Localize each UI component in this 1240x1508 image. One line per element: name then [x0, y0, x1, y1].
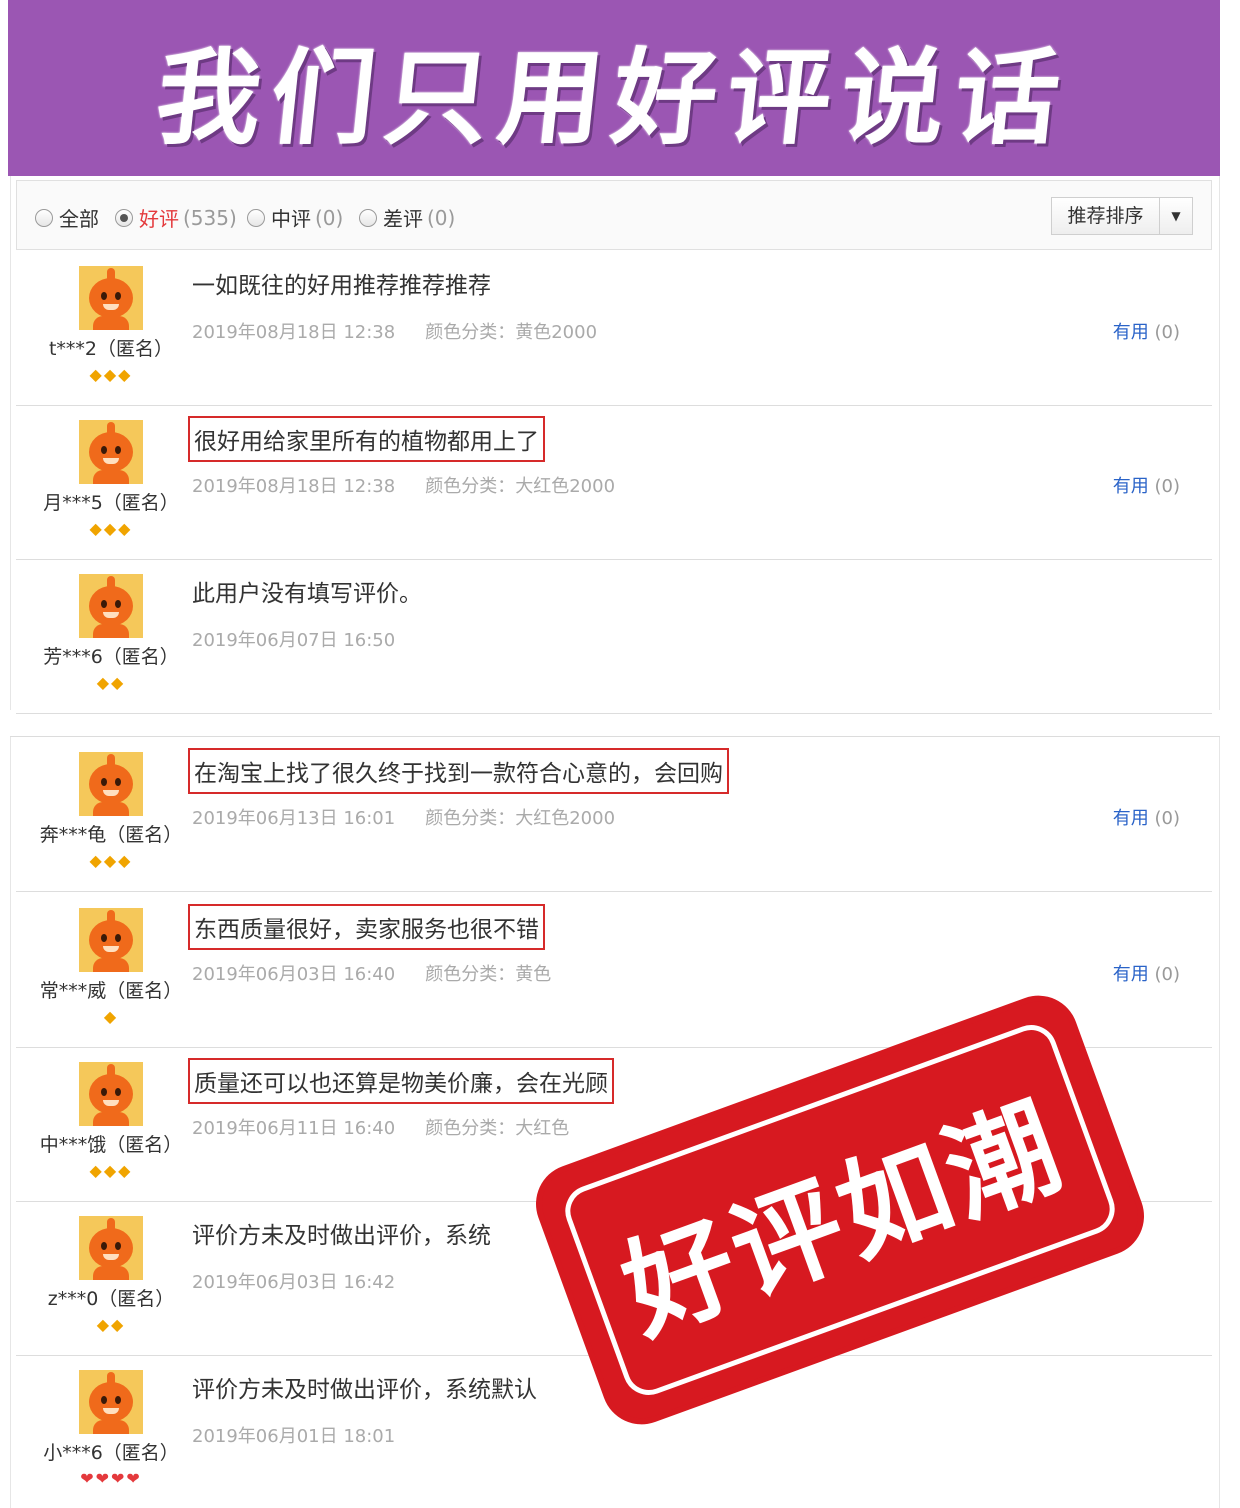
review-meta: 2019年06月13日 16:01 颜色分类：大红色2000: [192, 804, 615, 830]
review-date: 2019年06月11日 16:40: [192, 1118, 396, 1139]
reviewer: 奔***龟（匿名） ◆◆◆: [36, 752, 186, 870]
review-meta: 2019年06月07日 16:50: [192, 626, 395, 652]
color-variant: 颜色分类：大红色: [425, 1118, 570, 1139]
review-meta: 2019年08月18日 12:38 颜色分类：黄色2000: [192, 318, 597, 344]
review-row: t***2（匿名） ◆◆◆ 一如既往的好用推荐推荐推荐 2019年08月18日 12:…: [16, 252, 1212, 406]
reviewer-name: z***0（匿名）: [47, 1288, 175, 1310]
reviewer-name: 芳***6（匿名）: [43, 646, 179, 668]
review-text: 一如既往的好用推荐推荐推荐: [192, 273, 491, 299]
filter-label: 全部: [59, 207, 99, 231]
useful-count: (0): [1154, 964, 1181, 985]
reviewer-name: 中***饿（匿名）: [39, 1134, 183, 1156]
review-meta: 2019年06月01日 18:01: [192, 1422, 395, 1448]
filter-all[interactable]: 全部: [35, 203, 99, 232]
review-meta: 2019年06月03日 16:42: [192, 1268, 395, 1294]
radio-checked-icon[interactable]: [115, 208, 133, 227]
avatar[interactable]: [79, 1370, 143, 1434]
filter-negative[interactable]: 差评 (0): [359, 203, 455, 232]
reviewer: t***2（匿名） ◆◆◆: [36, 266, 186, 384]
reviewer: 小***6（匿名） ❤❤❤❤: [36, 1370, 186, 1488]
filter-positive[interactable]: 好评 (535): [115, 203, 237, 232]
review-date: 2019年08月18日 12:38: [192, 476, 396, 497]
reviewer-name: 小***6（匿名）: [43, 1442, 179, 1464]
color-variant: 颜色分类：大红色2000: [425, 808, 616, 829]
useful-vote[interactable]: 有用 (0): [1113, 804, 1180, 830]
avatar[interactable]: [79, 420, 143, 484]
rank-icon: ◆: [103, 1007, 119, 1026]
reviewer: 常***威（匿名） ◆: [36, 908, 186, 1026]
reviewer-name: 奔***龟（匿名）: [39, 824, 183, 846]
avatar[interactable]: [79, 266, 143, 330]
color-variant: 颜色分类：黄色: [425, 964, 552, 985]
useful-link[interactable]: 有用: [1113, 476, 1149, 497]
review-date: 2019年06月01日 18:01: [192, 1426, 396, 1447]
avatar[interactable]: [79, 752, 143, 816]
review-filter-bar: 全部 好评 (535) 中评 (0) 差评 (0) 推荐排序 ▼: [16, 180, 1212, 250]
review-row: 奔***龟（匿名） ◆◆◆ 在淘宝上找了很久终于找到一款符合心意的，会回购 2019年…: [16, 738, 1212, 892]
review-text: 很好用给家里所有的植物都用上了: [188, 416, 545, 462]
review-meta: 2019年06月11日 16:40 颜色分类：大红色: [192, 1114, 569, 1140]
filter-neutral[interactable]: 中评 (0): [247, 203, 343, 232]
filter-count: (535): [183, 205, 237, 230]
reviewer: 中***饿（匿名） ◆◆◆: [36, 1062, 186, 1180]
rank-icon: ◆◆◆: [89, 365, 133, 384]
review-text: 评价方未及时做出评价，系统默认: [192, 1377, 537, 1403]
review-row: 芳***6（匿名） ◆◆ 此用户没有填写评价。 2019年06月07日 16:50: [16, 560, 1212, 714]
color-variant: 颜色分类：大红色2000: [425, 476, 616, 497]
useful-count: (0): [1154, 476, 1181, 497]
review-date: 2019年06月13日 16:01: [192, 808, 396, 829]
review-date: 2019年06月03日 16:42: [192, 1272, 396, 1293]
review-date: 2019年08月18日 12:38: [192, 322, 396, 343]
useful-link[interactable]: 有用: [1113, 322, 1149, 343]
useful-count: (0): [1154, 808, 1181, 829]
review-row: 月***5（匿名） ◆◆◆ 很好用给家里所有的植物都用上了 2019年08月18日 1…: [16, 406, 1212, 560]
filter-label: 中评: [271, 207, 311, 231]
reviewer-name: t***2（匿名）: [48, 338, 174, 360]
filter-label: 差评: [383, 207, 423, 231]
chevron-down-icon[interactable]: ▼: [1160, 209, 1192, 223]
review-text: 在淘宝上找了很久终于找到一款符合心意的，会回购: [188, 748, 729, 794]
color-variant: 颜色分类：黄色2000: [425, 322, 598, 343]
filter-count: (0): [427, 205, 456, 230]
reviewer: 芳***6（匿名） ◆◆: [36, 574, 186, 692]
divider: [10, 736, 1220, 737]
avatar[interactable]: [79, 1062, 143, 1126]
sort-label: 推荐排序: [1052, 198, 1160, 234]
rank-icon: ◆◆: [96, 1315, 126, 1334]
useful-link[interactable]: 有用: [1113, 964, 1149, 985]
review-text: 质量还可以也还算是物美价廉，会在光顾: [188, 1058, 614, 1104]
review-text: 评价方未及时做出评价，系统: [192, 1223, 491, 1249]
radio-icon[interactable]: [359, 208, 377, 227]
useful-vote[interactable]: 有用 (0): [1113, 318, 1180, 344]
avatar[interactable]: [79, 908, 143, 972]
rank-icon: ◆◆◆: [89, 851, 133, 870]
review-meta: 2019年06月03日 16:40 颜色分类：黄色: [192, 960, 551, 986]
avatar[interactable]: [79, 1216, 143, 1280]
review-meta: 2019年08月18日 12:38 颜色分类：大红色2000: [192, 472, 615, 498]
avatar[interactable]: [79, 574, 143, 638]
review-text: 东西质量很好，卖家服务也很不错: [188, 904, 545, 950]
header-banner: 我们只用好评说话: [8, 0, 1220, 176]
rank-icon: ◆◆: [96, 673, 126, 692]
rank-icon: ◆◆◆: [89, 1161, 133, 1180]
useful-count: (0): [1154, 322, 1181, 343]
useful-link[interactable]: 有用: [1113, 808, 1149, 829]
review-date: 2019年06月07日 16:50: [192, 630, 396, 651]
useful-vote[interactable]: 有用 (0): [1113, 960, 1180, 986]
radio-icon[interactable]: [247, 208, 265, 227]
sort-dropdown[interactable]: 推荐排序 ▼: [1051, 197, 1193, 235]
review-date: 2019年06月03日 16:40: [192, 964, 396, 985]
filter-label: 好评: [139, 207, 179, 231]
rank-icon: ◆◆◆: [89, 519, 133, 538]
reviewer-name: 月***5（匿名）: [43, 492, 179, 514]
rank-icon: ❤❤❤❤: [80, 1469, 142, 1488]
banner-title: 我们只用好评说话: [150, 35, 1076, 159]
filter-count: (0): [315, 205, 344, 230]
review-text: 此用户没有填写评价。: [192, 581, 422, 607]
useful-vote[interactable]: 有用 (0): [1113, 472, 1180, 498]
reviewer-name: 常***威（匿名）: [39, 980, 183, 1002]
reviewer: z***0（匿名） ◆◆: [36, 1216, 186, 1334]
reviewer: 月***5（匿名） ◆◆◆: [36, 420, 186, 538]
radio-icon[interactable]: [35, 208, 53, 227]
